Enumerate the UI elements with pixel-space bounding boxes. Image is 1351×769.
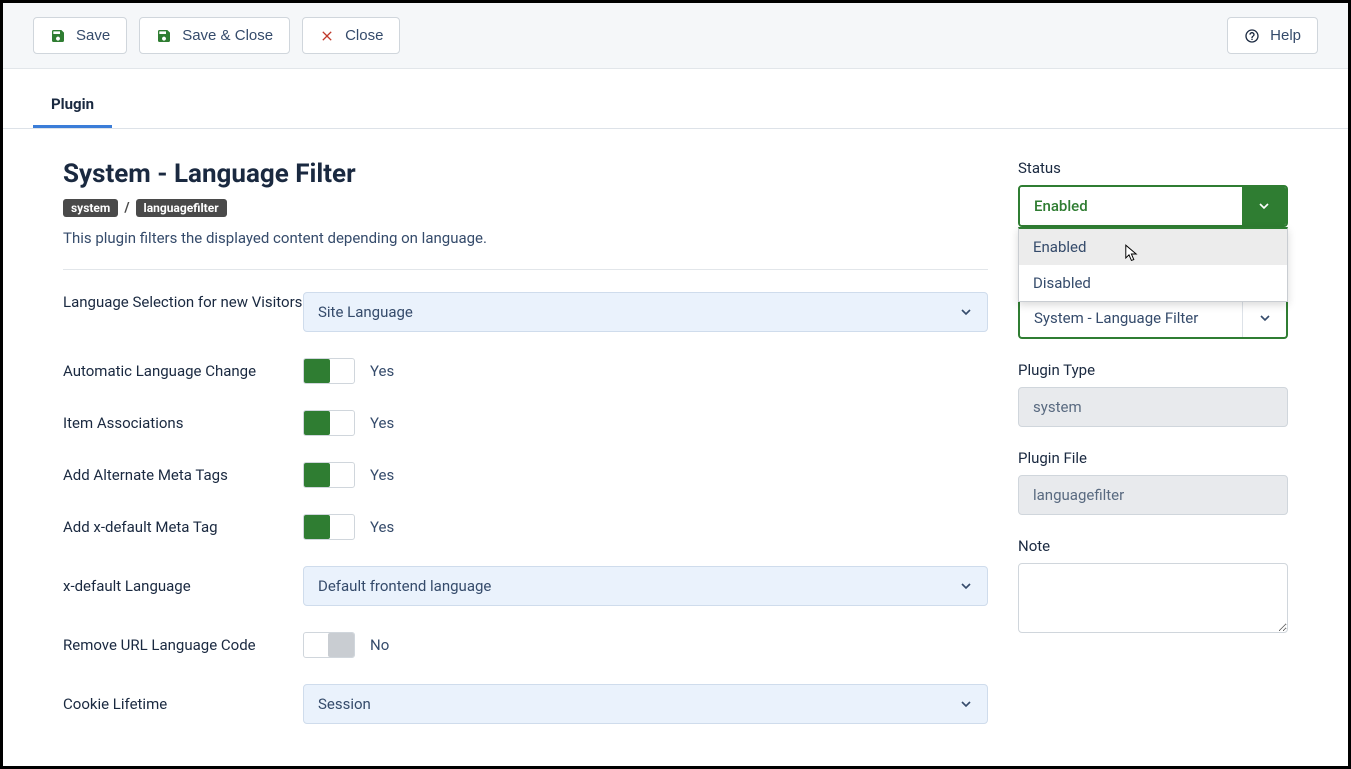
alt-meta-toggle[interactable] — [303, 462, 355, 488]
field-label: Add Alternate Meta Tags — [63, 465, 303, 485]
badge-file: languagefilter — [136, 199, 227, 217]
ordering-value: System - Language Filter — [1020, 299, 1242, 337]
cookie-lifetime-select[interactable]: Session — [303, 684, 988, 724]
plugin-file-label: Plugin File — [1018, 449, 1288, 467]
save-button[interactable]: Save — [33, 17, 127, 54]
page-title: System - Language Filter — [63, 159, 988, 189]
select-value: Session — [303, 684, 988, 724]
field-label: x-default Language — [63, 576, 303, 596]
status-value: Enabled — [1020, 187, 1242, 225]
xdefault-meta-toggle[interactable] — [303, 514, 355, 540]
status-option-enabled[interactable]: Enabled — [1019, 229, 1287, 265]
plugin-description: This plugin filters the displayed conten… — [63, 229, 988, 247]
note-label: Note — [1018, 537, 1288, 555]
save-close-button[interactable]: Save & Close — [139, 17, 290, 54]
side-column: Status Enabled Enabled Disabled Ordering… — [1018, 159, 1318, 750]
plugin-type-label: Plugin Type — [1018, 361, 1288, 379]
chevron-down-icon — [1242, 299, 1286, 337]
status-dropdown: Enabled Disabled — [1018, 227, 1288, 302]
note-input[interactable] — [1018, 563, 1288, 633]
plugin-type-value: system — [1018, 387, 1288, 427]
select-value: Default frontend language — [303, 566, 988, 606]
field-label: Add x-default Meta Tag — [63, 517, 303, 537]
toggle-value: Yes — [370, 414, 394, 432]
field-label: Remove URL Language Code — [63, 635, 303, 655]
auto-lang-toggle[interactable] — [303, 358, 355, 384]
toggle-value: Yes — [370, 362, 394, 380]
save-icon — [50, 28, 66, 44]
status-option-disabled[interactable]: Disabled — [1019, 265, 1287, 301]
toggle-value: Yes — [370, 518, 394, 536]
remove-url-toggle[interactable] — [303, 632, 355, 658]
save-icon — [156, 28, 172, 44]
toggle-value: Yes — [370, 466, 394, 484]
help-label: Help — [1270, 27, 1301, 44]
select-value: Site Language — [303, 292, 988, 332]
help-icon — [1244, 28, 1260, 44]
tabs: Plugin — [3, 83, 1348, 129]
xdefault-lang-select[interactable]: Default frontend language — [303, 566, 988, 606]
field-label: Language Selection for new Visitors — [63, 292, 303, 312]
badge-type: system — [63, 199, 118, 217]
field-label: Item Associations — [63, 413, 303, 433]
breadcrumb: system / languagefilter — [63, 199, 988, 217]
field-label: Cookie Lifetime — [63, 694, 303, 714]
help-button[interactable]: Help — [1227, 17, 1318, 54]
toggle-value: No — [370, 636, 389, 654]
main-column: System - Language Filter system / langua… — [33, 159, 988, 750]
save-close-label: Save & Close — [182, 27, 273, 44]
tab-plugin[interactable]: Plugin — [33, 83, 112, 128]
status-label: Status — [1018, 159, 1288, 177]
save-label: Save — [76, 27, 110, 44]
toolbar: Save Save & Close Close Help — [3, 3, 1348, 69]
plugin-file-value: languagefilter — [1018, 475, 1288, 515]
slash: / — [124, 200, 129, 216]
ordering-select[interactable]: System - Language Filter — [1018, 297, 1288, 339]
item-assoc-toggle[interactable] — [303, 410, 355, 436]
lang-selection-select[interactable]: Site Language — [303, 292, 988, 332]
chevron-down-icon — [1242, 187, 1286, 225]
close-label: Close — [345, 27, 383, 44]
close-icon — [319, 28, 335, 44]
close-button[interactable]: Close — [302, 17, 400, 54]
status-select[interactable]: Enabled Enabled Disabled — [1018, 185, 1288, 227]
field-label: Automatic Language Change — [63, 361, 303, 381]
